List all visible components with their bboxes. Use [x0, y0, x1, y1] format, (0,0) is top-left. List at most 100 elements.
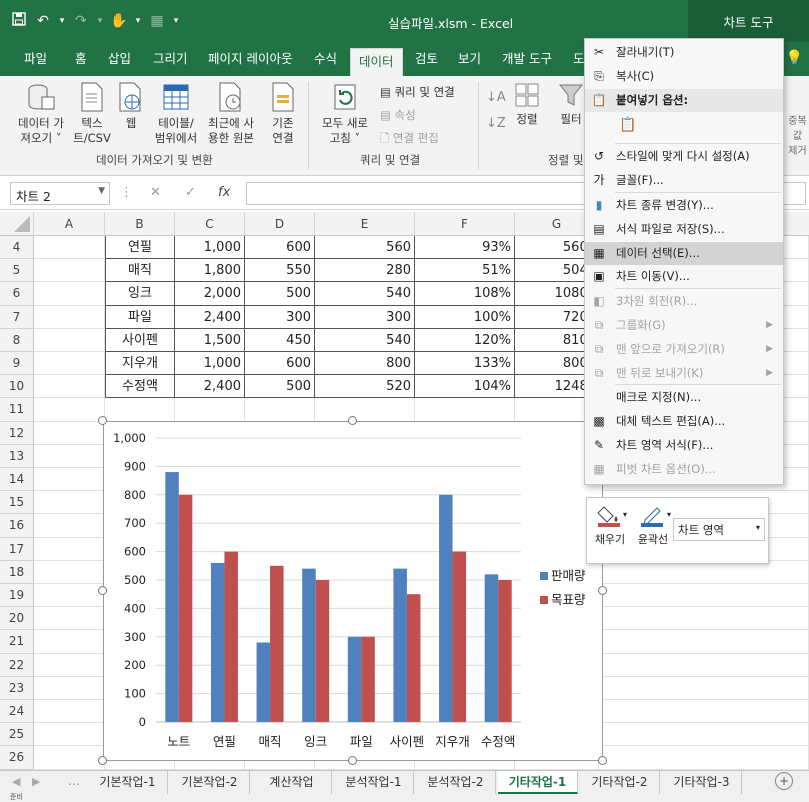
cell-h[interactable] [599, 746, 809, 770]
name-box[interactable]: 차트 2 ▼ [10, 182, 110, 205]
sheet-tab[interactable]: 기타작업-3 [662, 771, 742, 794]
context-menu-item[interactable]: 가 글꼴(F)... [585, 169, 783, 192]
chart-element-dropdown[interactable]: 차트 영역 ▾ [673, 518, 765, 541]
cell-a[interactable] [34, 607, 105, 631]
tab-draw[interactable]: 그리기 [153, 42, 188, 76]
row-header[interactable]: 16 [0, 514, 34, 538]
tab-formulas[interactable]: 수식 [314, 42, 337, 76]
recent-sources-button[interactable]: 최근에 사 용한 원본 [204, 82, 258, 146]
cell-a[interactable] [34, 398, 105, 422]
cell-b[interactable]: 지우개 [105, 352, 175, 376]
context-menu-item[interactable]: ▤ 서식 파일로 저장(S)... [585, 218, 783, 241]
row-header[interactable]: 23 [0, 676, 34, 700]
row-header[interactable]: 18 [0, 560, 34, 584]
cell-c[interactable]: 2,000 [175, 282, 245, 306]
row-header[interactable]: 12 [0, 421, 34, 445]
cell-e[interactable]: 280 [315, 259, 415, 283]
row-header[interactable]: 26 [0, 746, 34, 770]
cell-b[interactable]: 사이펜 [105, 328, 175, 352]
cell-e[interactable]: 300 [315, 305, 415, 329]
cell-d[interactable]: 600 [245, 236, 315, 260]
cell-a[interactable] [34, 259, 105, 283]
column-header-a[interactable]: A [34, 212, 105, 236]
fill-dropdown-icon[interactable]: ▾ [623, 510, 627, 519]
cell-c[interactable] [175, 398, 245, 422]
row-header[interactable]: 8 [0, 328, 34, 352]
context-menu-item[interactable]: ⧉ 맨 앞으로 가져오기(R) ▶ [585, 338, 783, 361]
sheet-tab[interactable]: 분석작업-2 [416, 771, 496, 794]
context-menu-item[interactable]: ✂ 잘라내기(T) [585, 41, 783, 64]
column-header-f[interactable]: F [415, 212, 515, 236]
cell-b[interactable]: 파일 [105, 305, 175, 329]
cell-b[interactable]: 수정액 [105, 375, 175, 399]
touch-mode-icon[interactable]: ✋ [110, 13, 128, 29]
cell-h[interactable] [599, 653, 809, 677]
context-menu-item[interactable]: ▦ 피벗 차트 옵션(O)... [585, 458, 783, 481]
cell-f[interactable]: 120% [415, 328, 515, 352]
properties-button[interactable]: ▤ 속성 [380, 107, 416, 123]
redo-icon[interactable]: ↷ [72, 13, 90, 29]
row-header[interactable]: 20 [0, 607, 34, 631]
save-icon[interactable] [10, 12, 28, 30]
row-header[interactable]: 9 [0, 352, 34, 376]
cell-a[interactable] [34, 352, 105, 376]
chart-resize-handle-bl[interactable] [98, 756, 107, 765]
enter-icon[interactable]: ✓ [185, 185, 196, 200]
tab-data[interactable]: 데이터 [350, 48, 403, 76]
tell-me-bulb-icon[interactable]: 💡 [786, 50, 803, 66]
chart-resize-handle-br[interactable] [598, 756, 607, 765]
scroll-right-icon[interactable]: ▶ [32, 775, 40, 788]
chart-resize-handle-ml[interactable] [98, 586, 107, 595]
context-menu-item[interactable]: ▦ 데이터 선택(E)... [585, 241, 783, 265]
cell-f[interactable]: 133% [415, 352, 515, 376]
cell-c[interactable]: 1,800 [175, 259, 245, 283]
form-icon[interactable]: ▦ [148, 13, 166, 29]
cell-a[interactable] [34, 537, 105, 561]
undo-icon[interactable]: ↶ [34, 13, 52, 29]
customize-qat-icon[interactable]: ▾ [172, 16, 180, 26]
new-sheet-icon[interactable]: + [775, 772, 793, 790]
cell-c[interactable]: 2,400 [175, 375, 245, 399]
row-header[interactable]: 6 [0, 282, 34, 306]
row-header[interactable]: 19 [0, 584, 34, 608]
row-header[interactable]: 13 [0, 444, 34, 468]
cell-a[interactable] [34, 584, 105, 608]
cell-e[interactable]: 560 [315, 236, 415, 260]
get-data-button[interactable]: 데이터 가 져오기 ˅ [12, 82, 70, 146]
context-menu-item[interactable]: 매크로 지정(N)... [585, 386, 783, 409]
cell-f[interactable]: 51% [415, 259, 515, 283]
scroll-left-icon[interactable]: ◀ [12, 775, 20, 788]
cell-h[interactable] [599, 723, 809, 747]
refresh-all-button[interactable]: 모두 새로 고침 ˅ [316, 82, 374, 146]
cell-a[interactable] [34, 700, 105, 724]
tab-page-layout[interactable]: 페이지 레이아웃 [208, 42, 292, 76]
context-menu-item[interactable]: ⧉ 그룹화(G) ▶ [585, 314, 783, 337]
row-header[interactable]: 22 [0, 653, 34, 677]
sheet-tab[interactable]: 분석작업-1 [334, 771, 414, 794]
cell-a[interactable] [34, 328, 105, 352]
chart-resize-handle-tc[interactable] [348, 416, 357, 425]
cell-a[interactable] [34, 560, 105, 584]
context-menu-item[interactable]: ◧ 3차원 회전(R)... [585, 290, 783, 313]
cell-e[interactable]: 520 [315, 375, 415, 399]
chart-area[interactable]: 0 100 200 300 400 500 600 700 800 900 1,000 노트 연필 매직 잉… [103, 421, 603, 761]
row-header[interactable]: 11 [0, 398, 34, 422]
sort-button[interactable]: 정렬 [508, 82, 546, 127]
context-menu-item[interactable]: ▣ 차트 이동(V)... [585, 265, 783, 288]
tab-file[interactable]: 파일 [24, 42, 47, 76]
tab-insert[interactable]: 삽입 [108, 42, 131, 76]
cell-c[interactable]: 1,500 [175, 328, 245, 352]
sheet-tab[interactable]: 기본작업-2 [170, 771, 250, 794]
cell-d[interactable]: 600 [245, 352, 315, 376]
sheet-tab[interactable]: 기타작업-1 [498, 771, 578, 794]
cell-e[interactable]: 540 [315, 328, 415, 352]
cell-a[interactable] [34, 723, 105, 747]
undo-dropdown-icon[interactable]: ▾ [58, 16, 66, 26]
context-menu-item[interactable]: ▩ 대체 텍스트 편집(A)... [585, 410, 783, 433]
redo-dropdown-icon[interactable]: ▾ [96, 16, 104, 26]
cell-d[interactable]: 500 [245, 282, 315, 306]
cell-h[interactable] [599, 584, 809, 608]
chart-resize-handle-bc[interactable] [348, 756, 357, 765]
cell-f[interactable]: 108% [415, 282, 515, 306]
touch-dropdown-icon[interactable]: ▾ [134, 16, 142, 26]
